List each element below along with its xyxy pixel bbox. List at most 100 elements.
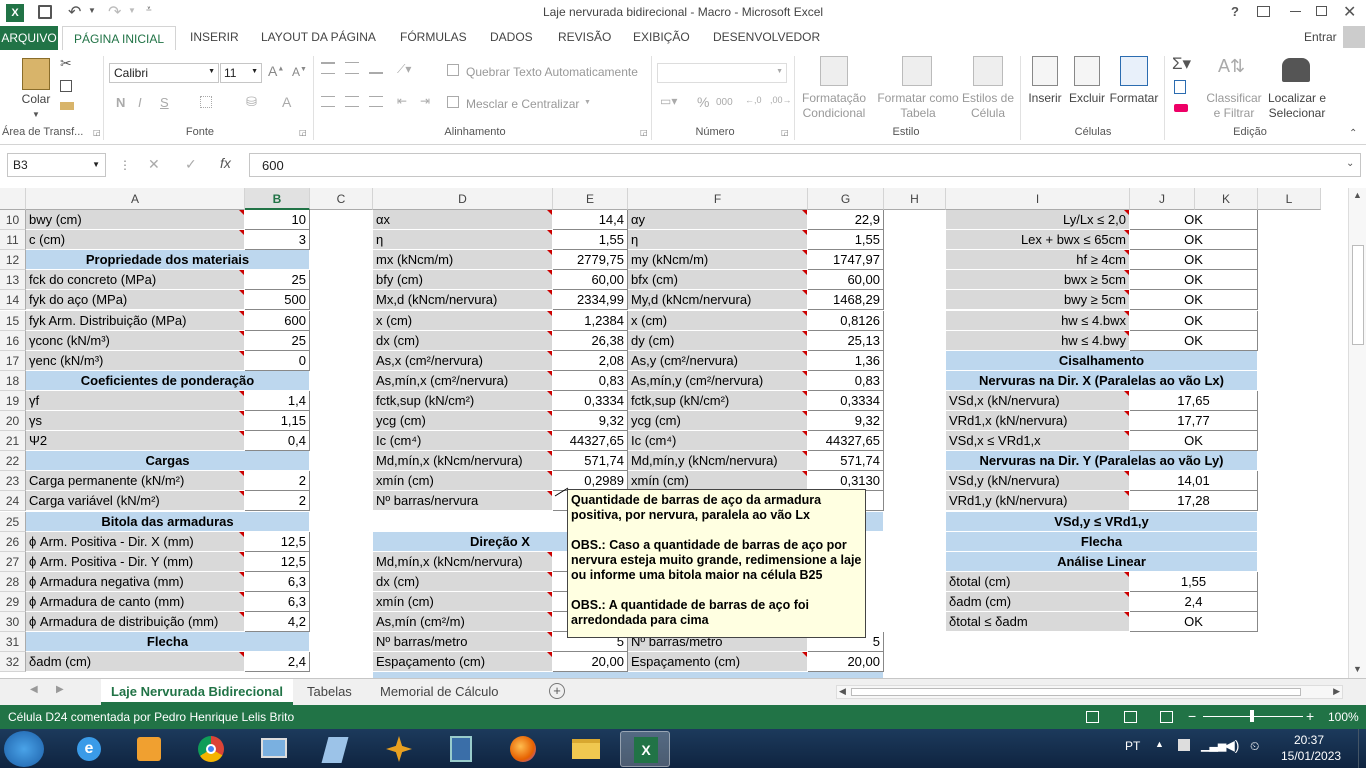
help-icon[interactable]: ? (1231, 4, 1239, 19)
row-header[interactable]: 24 (0, 491, 26, 512)
input-value[interactable]: 3 (245, 230, 310, 251)
increase-decimal-icon[interactable]: ←,0 (745, 95, 762, 105)
bold-button[interactable]: N (116, 95, 125, 110)
align-bottom-icon[interactable] (369, 62, 383, 74)
cell-styles-icon[interactable] (973, 56, 1003, 86)
confirm-entry-icon[interactable]: ✓ (185, 156, 197, 173)
check-result[interactable]: OK (1130, 270, 1258, 291)
show-desktop-button[interactable] (1358, 729, 1366, 768)
check-result[interactable]: 14,01 (1130, 471, 1258, 492)
calc-value[interactable]: 9,32 (808, 411, 884, 431)
sheet-tab-laje[interactable]: Laje Nervurada Bidirecional (101, 679, 293, 705)
input-value[interactable]: 6,3 (245, 591, 310, 612)
increase-font-icon[interactable]: A▲ (268, 63, 284, 79)
cell-styles-button[interactable]: Estilos de Célula (959, 91, 1017, 121)
copy-icon[interactable] (60, 80, 72, 92)
column-header-e[interactable]: E (553, 188, 628, 210)
column-header-j[interactable]: J (1130, 188, 1195, 210)
thousands-button[interactable]: 000 (716, 97, 733, 108)
sheet-tab-memorial[interactable]: Memorial de Cálculo (370, 679, 509, 705)
font-name-select[interactable]: Calibri ▼ (109, 63, 219, 83)
conditional-format-icon[interactable] (820, 56, 848, 86)
delete-cells-icon[interactable] (1074, 56, 1100, 86)
input-value[interactable]: 10 (245, 210, 310, 230)
cut-icon[interactable]: ✂ (60, 55, 72, 72)
calc-value[interactable]: 1,55 (553, 230, 628, 251)
increase-indent-icon[interactable]: ⇥ (420, 94, 430, 108)
scroll-right-icon[interactable]: ▶ (1333, 686, 1340, 697)
currency-icon[interactable]: ▭▾ (660, 94, 677, 108)
prev-sheet-icon[interactable]: ◀ (30, 684, 38, 695)
row-header[interactable]: 27 (0, 551, 26, 572)
calc-value[interactable]: 2,08 (553, 350, 628, 371)
insert-cells-button[interactable]: Inserir (1023, 91, 1067, 106)
clipboard-launcher-icon[interactable]: ◲ (93, 128, 101, 137)
close-icon[interactable]: ✕ (1343, 2, 1356, 22)
percent-button[interactable]: % (697, 94, 709, 110)
calc-value[interactable]: 2779,75 (553, 250, 628, 271)
check-result[interactable]: 2,4 (1130, 591, 1258, 612)
number-launcher-icon[interactable]: ◲ (781, 128, 789, 137)
game-icon[interactable] (374, 731, 424, 767)
calc-value[interactable]: 9,32 (553, 411, 628, 431)
calc-value[interactable]: 60,00 (553, 270, 628, 291)
input-value[interactable]: 1,15 (245, 411, 310, 431)
input-value[interactable]: 4,2 (245, 612, 310, 632)
font-color-icon[interactable]: A (282, 94, 291, 110)
start-button-icon[interactable] (4, 731, 44, 767)
remote-desktop-icon[interactable] (248, 731, 298, 767)
decrease-font-icon[interactable]: A▼ (292, 65, 307, 79)
next-sheet-icon[interactable]: ▶ (56, 684, 64, 695)
sign-in-link[interactable]: Entrar (1304, 30, 1337, 44)
row-header[interactable]: 19 (0, 390, 26, 411)
check-result[interactable]: 17,28 (1130, 491, 1258, 512)
delete-cells-button[interactable]: Excluir (1066, 91, 1108, 106)
column-header-l[interactable]: L (1258, 188, 1321, 210)
chrome-icon[interactable] (186, 731, 236, 767)
row-header[interactable]: 31 (0, 632, 26, 653)
check-result[interactable]: OK (1130, 250, 1258, 271)
zoom-slider-thumb[interactable] (1250, 710, 1254, 722)
check-result[interactable]: 1,55 (1130, 571, 1258, 592)
sort-filter-button[interactable]: Classificar e Filtrar (1203, 91, 1265, 121)
align-center-icon[interactable] (345, 96, 359, 107)
clear-icon[interactable] (1174, 104, 1188, 112)
calc-value[interactable]: 44327,65 (808, 431, 884, 452)
calc-value[interactable]: 1,2384 (553, 310, 628, 331)
taskbar-time[interactable]: 20:37 (1294, 733, 1324, 747)
calc-value[interactable]: 22,9 (808, 210, 884, 230)
align-top-icon[interactable] (321, 62, 335, 74)
input-value[interactable]: 6,3 (245, 571, 310, 592)
check-result[interactable]: OK (1130, 310, 1258, 331)
check-result[interactable]: OK (1130, 330, 1258, 351)
input-value[interactable]: 12,5 (245, 551, 310, 572)
format-cells-button[interactable]: Formatar (1108, 91, 1160, 106)
format-painter-icon[interactable] (60, 102, 74, 110)
tab-exibicao[interactable]: EXIBIÇÃO (633, 30, 690, 44)
calc-value[interactable]: 1,36 (808, 350, 884, 371)
find-select-icon[interactable] (1282, 58, 1310, 82)
align-right-icon[interactable] (369, 96, 383, 107)
file-explorer-icon[interactable] (560, 731, 610, 767)
calc-value[interactable]: 20,00 (808, 652, 884, 673)
format-table-icon[interactable] (902, 56, 932, 86)
check-result[interactable]: OK (1130, 290, 1258, 311)
calc-value[interactable]: 1747,97 (808, 250, 884, 271)
normal-view-icon[interactable] (1086, 711, 1099, 723)
input-value[interactable]: 1,4 (245, 390, 310, 411)
check-result[interactable]: OK (1130, 431, 1258, 452)
row-header[interactable]: 23 (0, 471, 26, 492)
add-sheet-icon[interactable]: + (549, 683, 565, 699)
column-header-h[interactable]: H (884, 188, 946, 210)
zoom-level[interactable]: 100% (1328, 710, 1359, 724)
calc-value[interactable]: 0,83 (808, 370, 884, 391)
scroll-up-icon[interactable]: ▲ (1353, 190, 1362, 200)
merge-dropdown-icon[interactable]: ▼ (584, 99, 591, 106)
row-header[interactable]: 11 (0, 230, 26, 251)
calc-value[interactable]: 0,83 (553, 370, 628, 391)
merge-center-icon[interactable] (447, 96, 459, 108)
check-result[interactable]: 17,77 (1130, 411, 1258, 431)
vertical-scrollbar[interactable]: ▲ ▼ (1348, 188, 1366, 678)
scanner-icon[interactable] (310, 731, 360, 767)
formula-input[interactable]: 600 (249, 153, 1361, 177)
